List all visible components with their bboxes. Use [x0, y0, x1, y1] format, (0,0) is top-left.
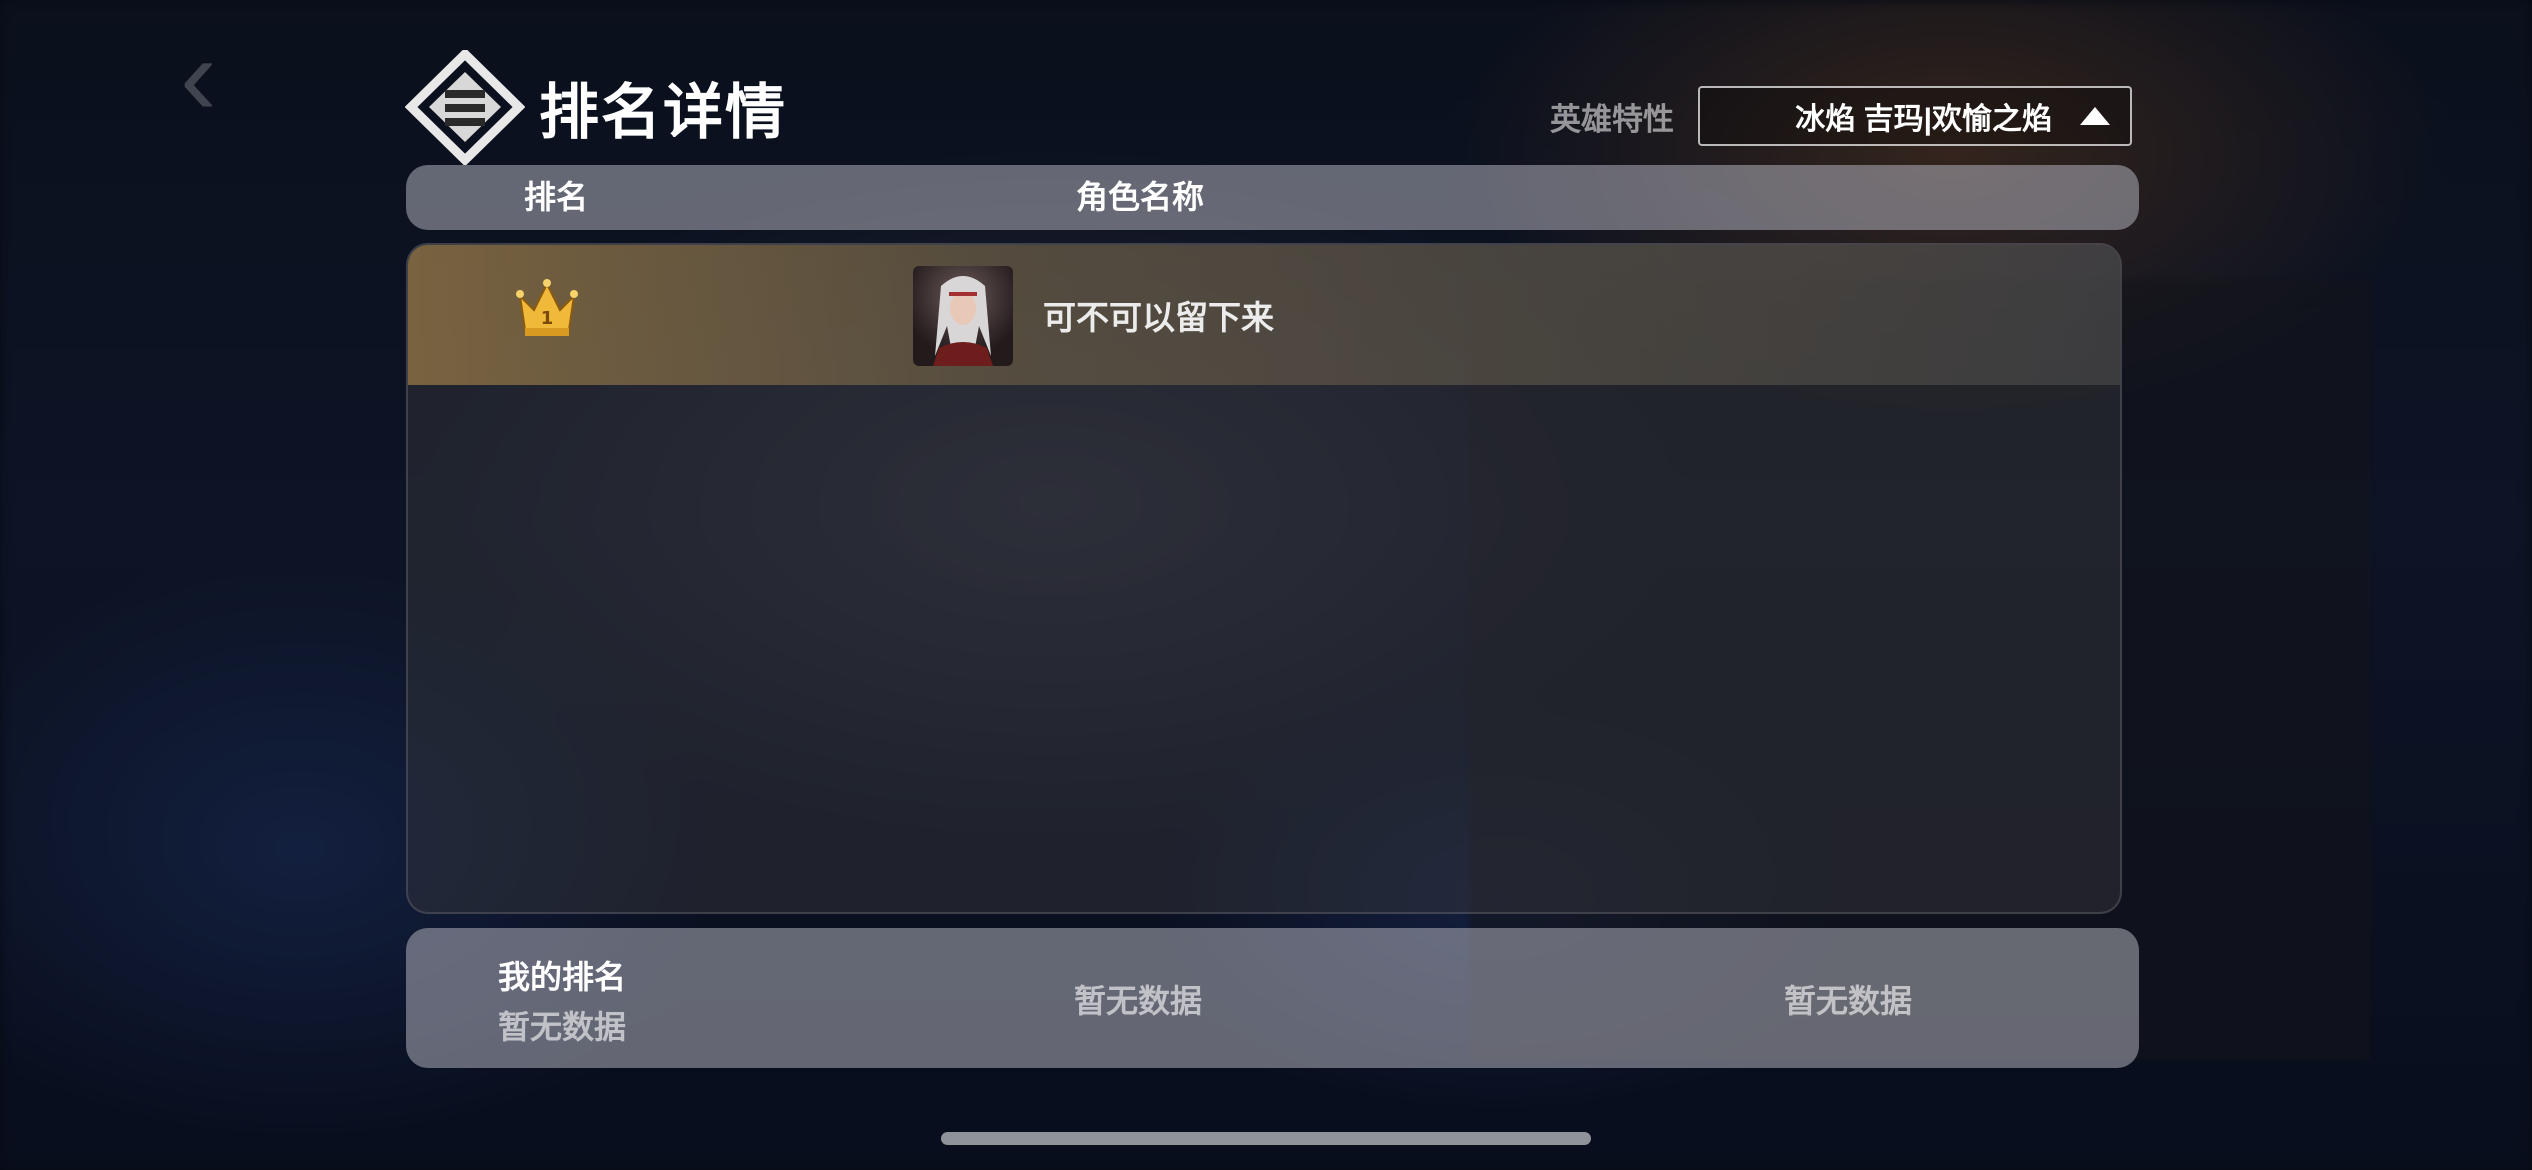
- ranking-row[interactable]: 1 可不可以留下来: [408, 245, 2120, 385]
- player-name: 可不可以留下来: [1043, 299, 1274, 336]
- ranking-logo-icon: [405, 50, 525, 165]
- my-rank-bar: 我的排名 暂无数据 暂无数据 暂无数据: [406, 928, 2139, 1068]
- my-score-value: 暂无数据: [1784, 983, 1913, 1019]
- page-header: 排名详情: [405, 50, 787, 165]
- hero-trait-dropdown[interactable]: 冰焰 吉玛|欢愉之焰: [1698, 86, 2132, 146]
- back-arrow-icon[interactable]: ‹: [180, 22, 260, 132]
- page-title: 排名详情: [539, 79, 787, 146]
- crown-rank-1-icon: 1: [516, 279, 578, 336]
- caret-up-icon: [2080, 107, 2110, 125]
- home-indicator[interactable]: [941, 1132, 1591, 1145]
- ranking-list[interactable]: 1 可不可以留下来: [406, 243, 2122, 914]
- hero-trait-selected-value: 冰焰 吉玛|欢愉之焰: [1795, 103, 2052, 136]
- game-screen: ‹ 排名详情 英雄特性 冰焰 吉玛|欢愉之焰 排名 角色名称 1 可不可以留下来…: [0, 0, 2532, 1170]
- crown-rank-number: 1: [541, 308, 554, 329]
- ranking-table-header: 排名 角色名称: [406, 165, 2139, 230]
- column-header-rank: 排名: [524, 179, 589, 215]
- hero-trait-label: 英雄特性: [1550, 102, 1674, 137]
- my-rank-label: 我的排名: [498, 959, 627, 995]
- my-rank-value: 暂无数据: [498, 1009, 627, 1045]
- player-avatar[interactable]: [913, 266, 1013, 366]
- column-header-character-name: 角色名称: [1076, 179, 1205, 215]
- my-character-name-value: 暂无数据: [1074, 983, 1203, 1019]
